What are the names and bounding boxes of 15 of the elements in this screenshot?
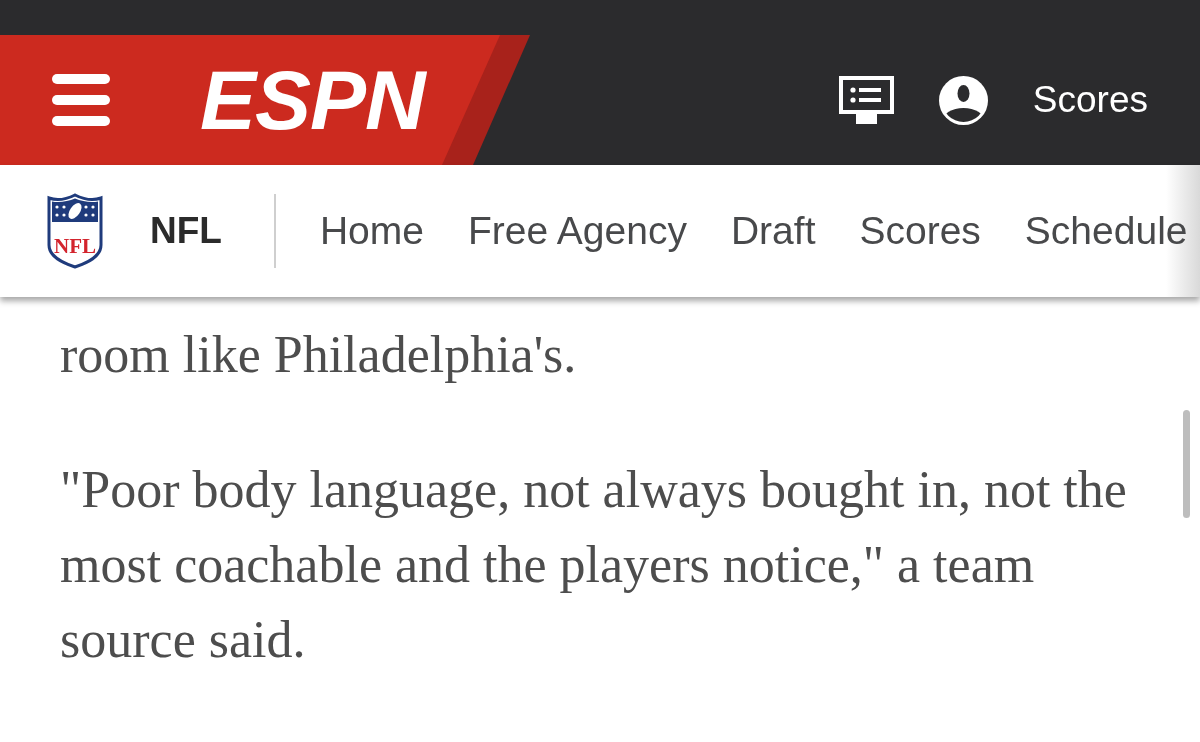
scores-link[interactable]: Scores <box>1032 79 1148 121</box>
nav-link[interactable]: Home <box>319 209 424 253</box>
menu-button[interactable] <box>52 74 110 126</box>
article-paragraph: room like Philadelphia's. <box>60 325 578 385</box>
nav-link[interactable]: Scores <box>859 209 981 253</box>
monitor-list-icon[interactable] <box>838 76 894 124</box>
menu-icon <box>52 74 110 126</box>
nav-link[interactable]: Draft <box>730 209 816 253</box>
account-icon[interactable] <box>938 75 988 125</box>
logo[interactable]: ESPN <box>200 58 425 142</box>
league-title: NFL <box>150 210 222 252</box>
article-paragraph: "Poor body language, not always bought in, not the most coachable and the players notice," a team source said. <box>60 460 1128 670</box>
nav-link[interactable]: Schedule <box>1024 209 1188 253</box>
nav-link[interactable]: Free Agency <box>468 209 687 253</box>
league-shield-logo[interactable]: NFL <box>45 193 105 269</box>
